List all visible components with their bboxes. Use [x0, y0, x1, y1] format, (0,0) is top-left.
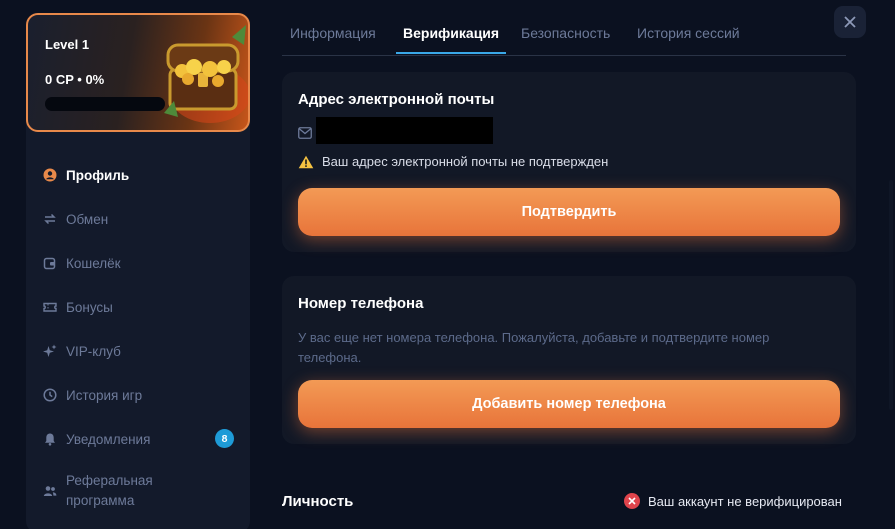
- close-button[interactable]: [834, 6, 866, 38]
- user-icon: [43, 168, 57, 182]
- email-section-title: Адрес электронной почты: [298, 91, 495, 108]
- profile-sidebar: Level 1 0 CP • 0% Профиль Обмен Кошелёк …: [26, 13, 250, 529]
- sidebar-item-bonuses[interactable]: Бонусы: [26, 285, 250, 329]
- bell-icon: [43, 432, 57, 446]
- phone-description: У вас еще нет номера телефона. Пожалуйст…: [298, 330, 770, 365]
- sparkle-icon: [43, 344, 57, 358]
- identity-section-title: Личность: [282, 493, 354, 510]
- active-tab-indicator: [396, 52, 506, 54]
- email-warning-text: Ваш адрес электронной почты не подтвержд…: [322, 154, 609, 169]
- phone-card: Номер телефона У вас еще нет номера теле…: [282, 276, 856, 444]
- sidebar-item-vip-club[interactable]: VIP-клуб: [26, 329, 250, 373]
- close-icon: [844, 16, 856, 28]
- treasure-chest-image: [164, 25, 248, 123]
- wallet-icon: [43, 256, 57, 270]
- verification-status-text: Ваш аккаунт не верифицирован: [648, 493, 842, 509]
- level-title: Level 1: [45, 37, 90, 52]
- sidebar-item-label: Кошелёк: [66, 255, 121, 271]
- sidebar-item-notifications[interactable]: Уведомления 8: [26, 417, 250, 461]
- sidebar-item-label: VIP-клуб: [66, 343, 121, 359]
- sidebar-item-referral[interactable]: Реферальная программа: [26, 461, 250, 521]
- warning-icon: [298, 155, 314, 168]
- sidebar-item-label: Бонусы: [66, 299, 113, 315]
- email-warning: Ваш адрес электронной почты не подтвержд…: [298, 154, 608, 169]
- confirm-email-button[interactable]: Подтвердить: [298, 188, 840, 236]
- level-points: 0 CP • 0%: [45, 72, 105, 87]
- sidebar-item-label: История игр: [66, 387, 143, 403]
- tab-verification[interactable]: Верификация: [403, 25, 499, 41]
- sidebar-item-label: Обмен: [66, 211, 109, 227]
- add-phone-button[interactable]: Добавить номер телефона: [298, 380, 840, 428]
- sidebar-item-exchange[interactable]: Обмен: [26, 197, 250, 241]
- sidebar-item-game-history[interactable]: История игр: [26, 373, 250, 417]
- scrollbar[interactable]: [889, 180, 893, 410]
- tab-information[interactable]: Информация: [290, 25, 376, 41]
- error-icon: [624, 493, 640, 509]
- sidebar-item-label: Профиль: [66, 167, 130, 183]
- level-progress-bar: [45, 97, 165, 111]
- notification-count-badge: 8: [215, 429, 234, 448]
- level-card[interactable]: Level 1 0 CP • 0%: [26, 13, 250, 132]
- sidebar-nav: Профиль Обмен Кошелёк Бонусы VIP-клуб Ис…: [26, 153, 250, 521]
- tab-session-history[interactable]: История сессий: [637, 25, 740, 41]
- profile-tabs: Информация Верификация Безопасность Исто…: [282, 0, 846, 56]
- sidebar-item-profile[interactable]: Профиль: [26, 153, 250, 197]
- mail-icon: [298, 127, 312, 139]
- phone-section-title: Номер телефона: [298, 295, 424, 312]
- tab-security[interactable]: Безопасность: [521, 25, 610, 41]
- email-value-redacted: [316, 117, 493, 144]
- ticket-icon: [43, 300, 57, 314]
- verification-status: Ваш аккаунт не верифицирован: [624, 493, 842, 509]
- exchange-icon: [43, 212, 57, 226]
- users-icon: [43, 484, 57, 498]
- sidebar-item-label: Реферальная программа: [66, 473, 153, 508]
- email-card: Адрес электронной почты Ваш адрес электр…: [282, 72, 856, 252]
- clock-icon: [43, 388, 57, 402]
- sidebar-item-label: Уведомления: [66, 431, 151, 447]
- sidebar-item-wallet[interactable]: Кошелёк: [26, 241, 250, 285]
